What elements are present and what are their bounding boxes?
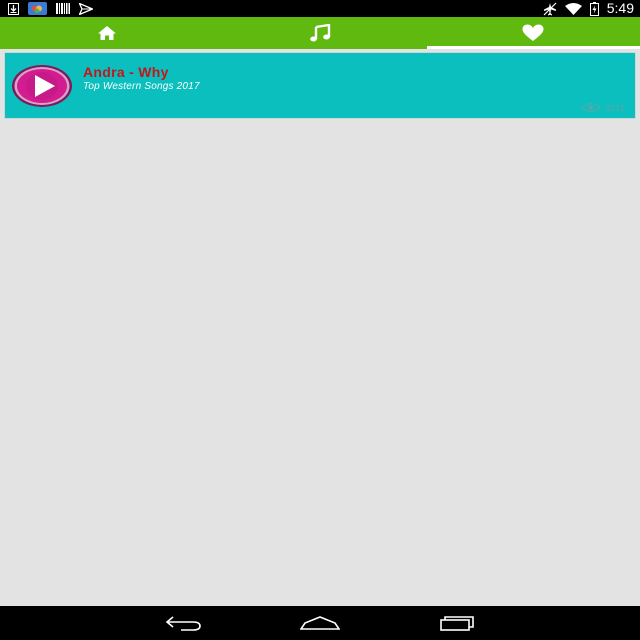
tab-music[interactable] [213, 17, 426, 49]
screen: 5:49 Andra - Why Top Western Songs 2017 … [0, 0, 640, 640]
navigation-bar [0, 606, 640, 640]
song-title: Andra - Why [83, 64, 169, 80]
send-icon [79, 2, 93, 15]
music-note-icon [309, 24, 331, 42]
favorites-list: Andra - Why Top Western Songs 2017 4221 [0, 49, 640, 606]
wifi-icon [564, 2, 582, 15]
list-item[interactable]: Andra - Why Top Western Songs 2017 4221 [4, 52, 636, 119]
view-count: 4221 [604, 102, 625, 113]
notification-icons [8, 1, 93, 16]
eye-icon [581, 99, 601, 117]
battery-icon [589, 1, 599, 16]
airplane-mode-icon [543, 2, 557, 16]
home-outline-icon [300, 616, 340, 630]
tab-bar [0, 17, 640, 49]
home-button[interactable] [294, 606, 346, 640]
tab-home[interactable] [0, 17, 213, 49]
recents-button[interactable] [432, 606, 484, 640]
play-icon[interactable] [11, 63, 73, 109]
photo-app-icon [28, 2, 47, 15]
heart-icon [522, 24, 544, 42]
download-icon [8, 2, 19, 15]
view-count-group: 4221 [581, 99, 625, 117]
clock: 5:49 [606, 0, 634, 16]
system-icons: 5:49 [543, 0, 634, 17]
back-button[interactable] [158, 606, 210, 640]
recents-icon [440, 615, 476, 631]
barcode-icon [56, 3, 70, 14]
back-icon [165, 615, 203, 631]
tab-favorites[interactable] [426, 17, 640, 49]
status-bar: 5:49 [0, 0, 640, 17]
song-subtitle: Top Western Songs 2017 [83, 81, 200, 92]
home-icon [97, 25, 117, 41]
